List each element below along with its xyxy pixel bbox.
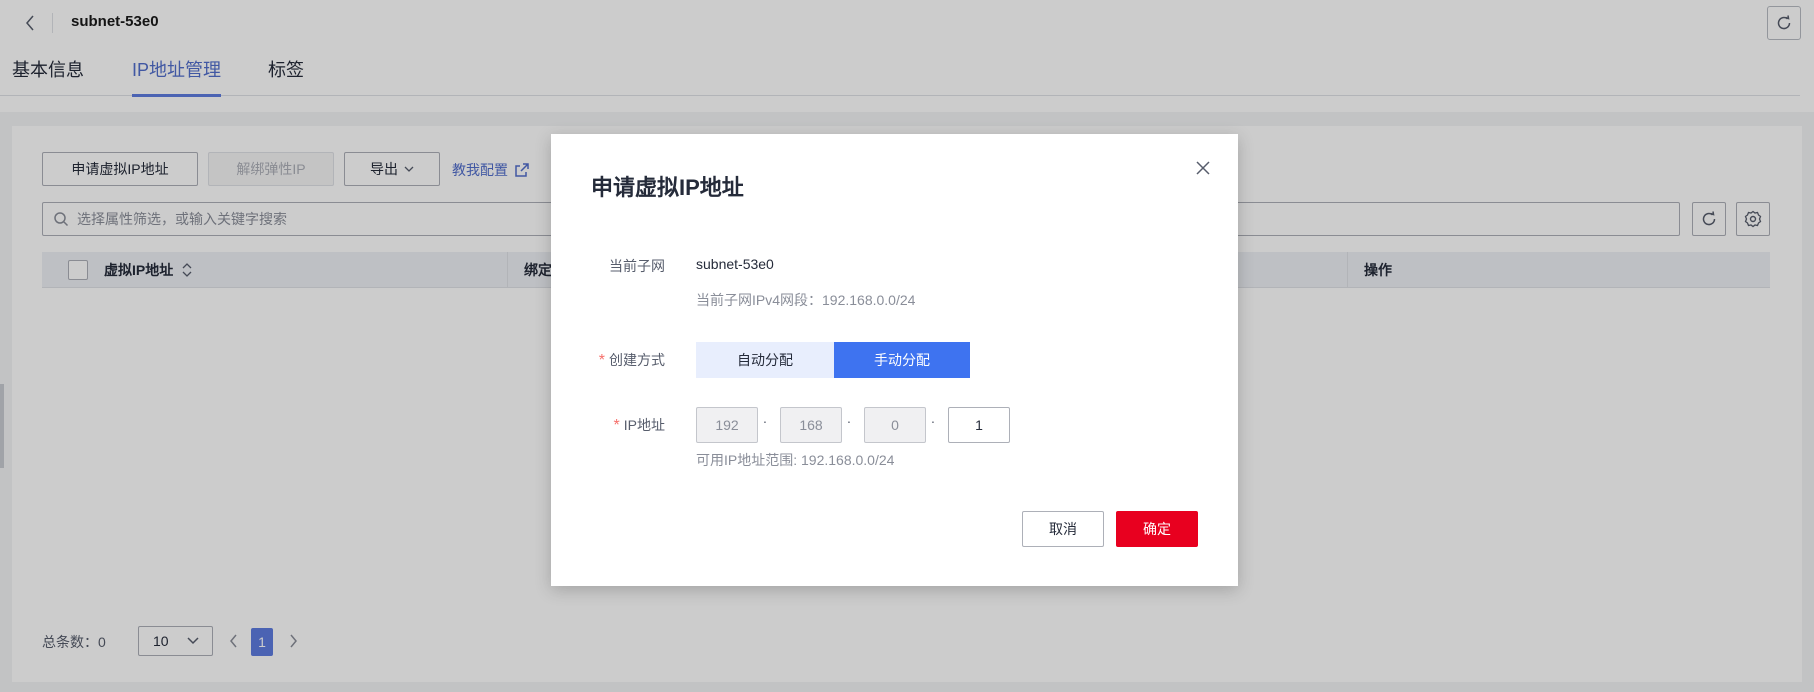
ip-range-hint: 可用IP地址范围: 192.168.0.0/24	[696, 452, 895, 468]
required-mark: *	[613, 417, 620, 434]
dialog-title: 申请虚拟IP地址	[591, 175, 744, 200]
ip-octet-4-input[interactable]: 1	[948, 407, 1010, 443]
ip-dot-separator: ·	[930, 413, 936, 429]
ip-octet-3: 0	[864, 407, 926, 443]
create-method-label: 创建方式	[609, 352, 665, 368]
cancel-button[interactable]: 取消	[1022, 511, 1104, 547]
ipv4-range-hint: 当前子网IPv4网段：192.168.0.0/24	[696, 292, 916, 308]
confirm-button[interactable]: 确定	[1116, 511, 1198, 547]
current-subnet-value: subnet-53e0	[696, 256, 774, 272]
create-method-field-label: * 创建方式	[591, 350, 665, 370]
required-mark: *	[598, 352, 605, 369]
ip-field-label: * IP地址	[591, 415, 665, 435]
manual-assign-option[interactable]: 手动分配	[834, 342, 970, 378]
current-subnet-label: 当前子网	[609, 258, 665, 274]
ip-octet-1: 192	[696, 407, 758, 443]
close-icon	[1196, 161, 1210, 175]
ip-octet-2: 168	[780, 407, 842, 443]
apply-vip-dialog: 申请虚拟IP地址 当前子网 subnet-53e0 当前子网IPv4网段：192…	[551, 134, 1238, 586]
ip-dot-separator: ·	[846, 413, 852, 429]
ip-label: IP地址	[623, 417, 665, 433]
auto-assign-option[interactable]: 自动分配	[696, 342, 834, 378]
ip-dot-separator: ·	[762, 413, 768, 429]
dialog-close-button[interactable]	[1191, 156, 1215, 180]
